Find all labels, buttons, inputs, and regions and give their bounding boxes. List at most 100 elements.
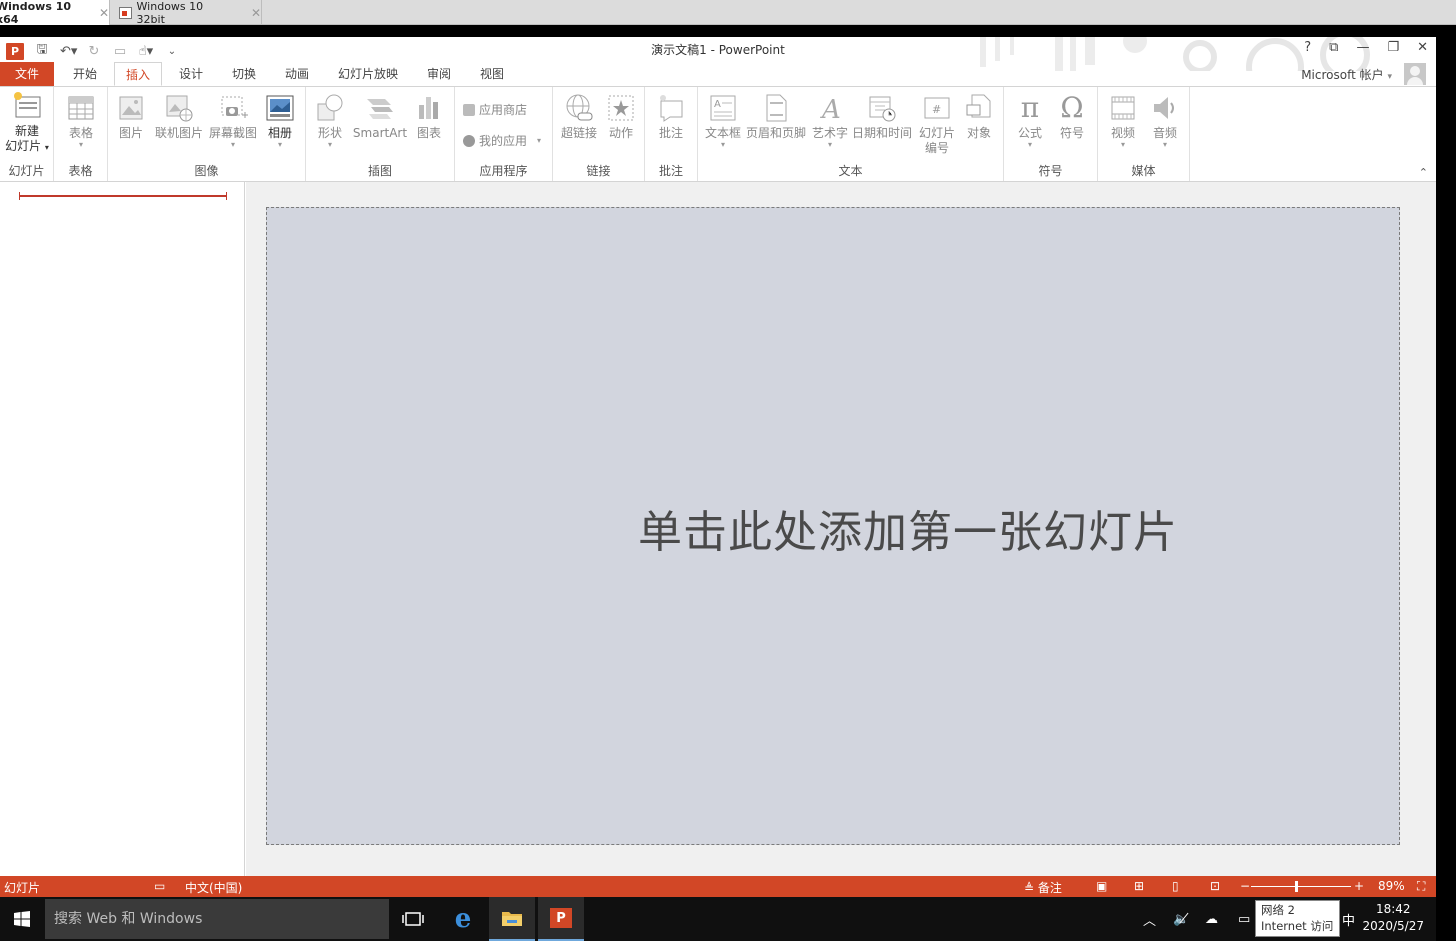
tab-slideshow[interactable]: 幻灯片放映 — [326, 62, 410, 86]
edge-browser-button[interactable]: e — [440, 897, 486, 941]
task-view-button[interactable] — [390, 897, 436, 941]
new-slide-button[interactable]: 新建 幻灯片 ▾ — [2, 91, 52, 155]
tab-transitions[interactable]: 切换 — [220, 62, 268, 86]
start-button[interactable] — [0, 897, 44, 941]
account-label: Microsoft 帐户 — [1301, 68, 1384, 82]
tab-animations[interactable]: 动画 — [272, 62, 322, 86]
table-button[interactable]: 表格 ▾ — [60, 93, 102, 149]
network-icon[interactable]: ▭ — [1238, 897, 1250, 941]
header-footer-button[interactable]: 页眉和页脚 — [744, 93, 808, 141]
object-button[interactable]: 对象 — [960, 93, 998, 141]
chevron-down-icon: ▾ — [78, 140, 83, 149]
video-button[interactable]: 视频 ▾ — [1102, 93, 1144, 149]
tab-file[interactable]: 文件 — [0, 62, 54, 86]
restore-icon[interactable]: ❐ — [1387, 40, 1399, 55]
help-icon[interactable]: ? — [1304, 40, 1311, 55]
slideshow-icon[interactable]: ⊡ — [1210, 879, 1220, 893]
tab-home[interactable]: 开始 — [60, 62, 110, 86]
vm-tab-win10-32bit[interactable]: Windows 10 32bit ✕ — [112, 0, 262, 26]
slide-number-label-2: 编号 — [924, 141, 949, 155]
powerpoint-taskbar-button[interactable]: P — [538, 897, 584, 941]
wordart-button[interactable]: A 艺术字 ▾ — [810, 93, 850, 149]
online-picture-button[interactable]: 联机图片 — [152, 93, 206, 141]
ribbon-display-icon[interactable]: ⧉ — [1329, 40, 1338, 55]
group-label: 应用程序 — [479, 164, 528, 178]
new-slide-icon — [12, 91, 42, 121]
show-hidden-icons[interactable]: ︿ — [1143, 897, 1156, 941]
screenshot-button[interactable]: 屏幕截图 ▾ — [206, 93, 260, 149]
calendar-clock-icon — [867, 93, 897, 123]
onedrive-icon[interactable]: ☁ — [1205, 897, 1218, 941]
symbol-button[interactable]: Ω 符号 — [1052, 93, 1092, 141]
fit-slide-icon[interactable]: ⛶ — [1417, 879, 1425, 894]
picture-button[interactable]: 图片 — [114, 93, 148, 141]
tab-review[interactable]: 审阅 — [414, 62, 464, 86]
svg-text:#: # — [932, 103, 941, 116]
close-icon[interactable]: ✕ — [99, 6, 109, 20]
header-footer-label: 页眉和页脚 — [745, 126, 806, 140]
search-box[interactable]: 搜索 Web 和 Windows — [45, 899, 389, 939]
textbox-button[interactable]: A 文本框 ▾ — [702, 93, 744, 149]
vm-tab-label: Windows 10 x64 — [0, 0, 72, 26]
zoom-in-button[interactable]: + — [1354, 879, 1364, 893]
status-bar: 幻灯片 ▭ 中文(中国) ≜ 备注 ▣ ⊞ ▯ ⊡ − + 89% ⛶ — [0, 876, 1436, 897]
close-icon[interactable]: ✕ — [1417, 40, 1428, 55]
comment-button[interactable]: 批注 — [653, 93, 689, 141]
file-explorer-button[interactable] — [489, 897, 535, 941]
audio-button[interactable]: 音频 ▾ — [1144, 93, 1186, 149]
zoom-slider-thumb[interactable] — [1295, 881, 1298, 892]
action-star-icon — [606, 93, 636, 123]
speaker-icon — [1150, 93, 1180, 123]
vm-tab-win10x64[interactable]: Windows 10 x64 ✕ — [0, 0, 110, 26]
notes-button[interactable]: ≜ 备注 — [1024, 879, 1062, 896]
zoom-slider[interactable] — [1251, 886, 1351, 887]
ribbon-tabs: 文件 开始 插入 设计 切换 动画 幻灯片放映 审阅 视图 Microsoft … — [0, 62, 1436, 86]
zoom-out-button[interactable]: − — [1240, 879, 1250, 893]
smartart-button[interactable]: SmartArt — [352, 93, 408, 141]
spellcheck-icon[interactable]: ▭ — [154, 879, 165, 893]
chart-button[interactable]: 图表 — [412, 93, 446, 141]
folder-icon — [502, 912, 522, 926]
table-label: 表格 — [68, 126, 93, 140]
shapes-label: 形状 — [317, 126, 342, 140]
comment-label: 批注 — [658, 126, 683, 140]
tab-design[interactable]: 设计 — [166, 62, 216, 86]
slide-thumbnail-pane[interactable] — [0, 182, 245, 876]
my-apps-button[interactable]: 我的应用 ▾ — [463, 132, 541, 149]
ime-indicator[interactable]: 中 — [1342, 897, 1355, 941]
textbox-label: 文本框 — [704, 126, 741, 140]
ribbon-insert: 新建 幻灯片 ▾ 幻灯片 表格 ▾ 表格 图片 联机图片 屏幕截图 ▾ 相册 ▾… — [0, 86, 1436, 182]
clock[interactable]: 18:42 2020/5/27 — [1362, 901, 1424, 935]
tab-view[interactable]: 视图 — [468, 62, 516, 86]
equation-button[interactable]: π 公式 ▾ — [1010, 93, 1050, 149]
group-illustrations: 形状 ▾ SmartArt 图表 插图 — [306, 87, 455, 181]
reading-view-icon[interactable]: ▯ — [1172, 879, 1179, 893]
tab-insert[interactable]: 插入 — [114, 62, 162, 86]
chevron-down-icon: ▾ — [44, 143, 49, 152]
account-menu[interactable]: Microsoft 帐户 ▾ — [1301, 66, 1392, 83]
normal-view-icon[interactable]: ▣ — [1096, 879, 1107, 893]
slide-sorter-icon[interactable]: ⊞ — [1134, 879, 1144, 893]
collapse-ribbon-icon[interactable]: ⌃ — [1419, 166, 1428, 179]
empty-slide-placeholder[interactable]: 单击此处添加第一张幻灯片 — [266, 207, 1400, 845]
notes-icon: ≜ — [1024, 881, 1035, 895]
action-button[interactable]: 动作 — [603, 93, 639, 141]
app-store-button[interactable]: 应用商店 — [463, 101, 527, 118]
slide-number-button[interactable]: # 幻灯片 编号 — [914, 93, 960, 156]
avatar[interactable] — [1404, 63, 1426, 85]
shapes-button[interactable]: 形状 ▾ — [312, 93, 348, 149]
close-icon[interactable]: ✕ — [251, 6, 261, 20]
hyperlink-button[interactable]: 超链接 — [557, 93, 601, 141]
language-status[interactable]: 中文(中国) — [185, 879, 242, 896]
group-label: 图像 — [194, 164, 219, 178]
volume-muted-icon[interactable]: 🔈̸ — [1173, 897, 1189, 941]
album-button[interactable]: 相册 ▾ — [260, 93, 300, 149]
datetime-button[interactable]: 日期和时间 — [850, 93, 914, 141]
album-icon — [265, 93, 295, 123]
minimize-icon[interactable]: — — [1356, 40, 1369, 55]
zoom-level[interactable]: 89% — [1378, 879, 1405, 893]
online-picture-icon — [164, 93, 194, 123]
group-label: 插图 — [367, 164, 392, 178]
shapes-icon — [315, 93, 345, 123]
chevron-down-icon: ▾ — [1120, 140, 1125, 149]
